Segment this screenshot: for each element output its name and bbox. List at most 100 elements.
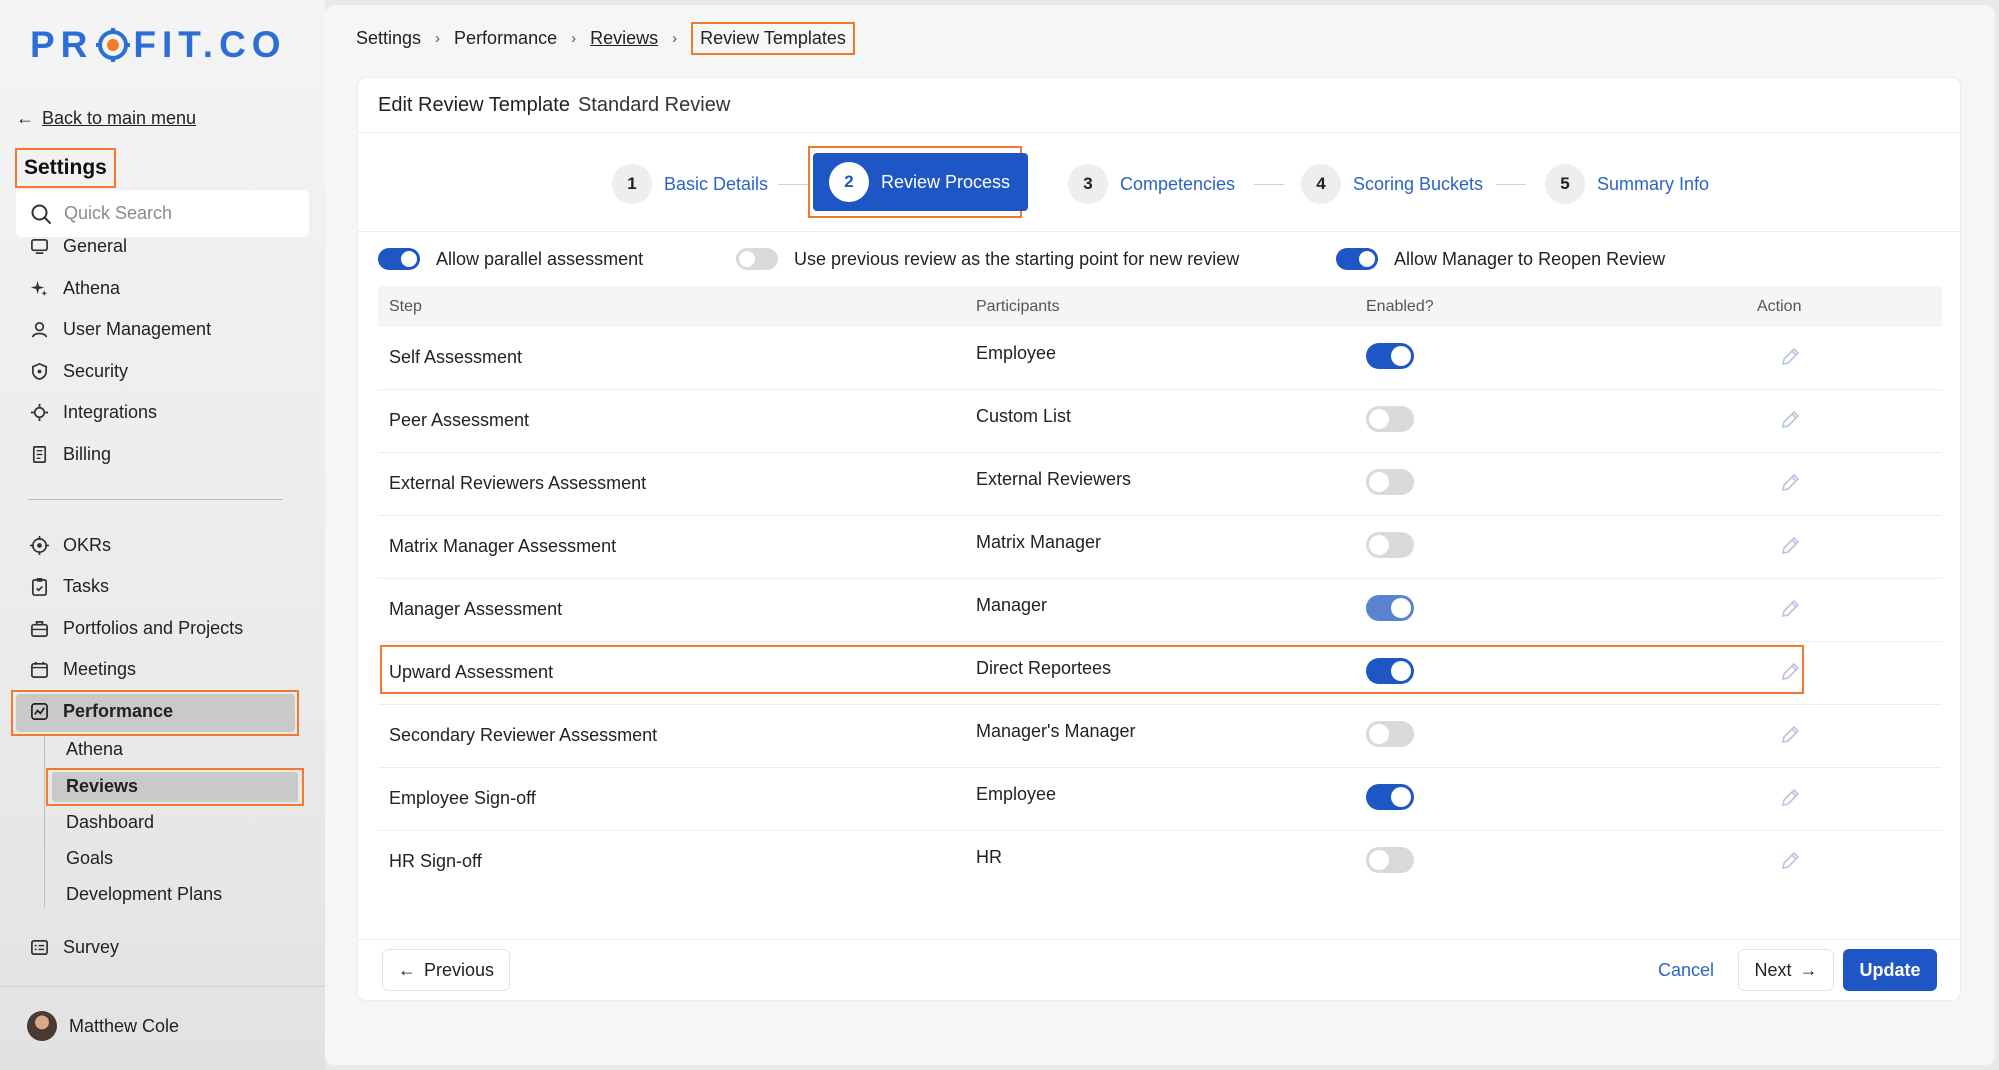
breadcrumb-performance[interactable]: Performance xyxy=(454,28,557,49)
stepper-connector xyxy=(778,184,808,185)
row-step: External Reviewers Assessment xyxy=(389,473,647,493)
quick-search[interactable] xyxy=(16,190,309,237)
sidebar-item-portfolios[interactable]: Portfolios and Projects xyxy=(30,618,243,639)
sparkle-icon xyxy=(30,280,48,297)
table-header xyxy=(378,286,1942,327)
logo-text-right: FIT.CO xyxy=(133,24,287,65)
sidebar-subitem-goals[interactable]: Goals xyxy=(66,848,113,869)
monitor-icon xyxy=(31,238,48,255)
search-input[interactable] xyxy=(64,203,284,224)
page-title-label: Edit Review Template xyxy=(378,94,570,116)
sidebar-item-integrations[interactable]: Integrations xyxy=(30,402,157,423)
sidebar-item-billing[interactable]: Billing xyxy=(30,444,111,465)
sidebar-item-performance[interactable]: Performance xyxy=(30,701,173,722)
row-step: Self Assessment xyxy=(389,347,523,367)
sidebar-subitem-reviews[interactable]: Reviews xyxy=(66,776,138,797)
sidebar-item-label: Performance xyxy=(63,701,174,721)
edit-pencil-icon[interactable] xyxy=(1779,598,1801,620)
next-button[interactable]: Next → xyxy=(1738,949,1834,991)
cancel-button[interactable]: Cancel xyxy=(1648,949,1724,991)
table-row: Secondary Reviewer Assessment Manager's … xyxy=(378,705,1942,768)
sidebar-subitem-athena[interactable]: Athena xyxy=(66,739,123,760)
sidebar-item-security[interactable]: Security xyxy=(30,361,128,382)
sidebar-item-label: Security xyxy=(63,361,129,381)
logo-target-icon xyxy=(96,28,131,62)
sidebar-item-athena[interactable]: Athena xyxy=(30,278,120,299)
step-review-process[interactable]: 2 Review Process xyxy=(813,153,1029,211)
settings-title: Settings xyxy=(15,148,116,188)
breadcrumb-current: Review Templates xyxy=(691,22,855,55)
step-basic-details[interactable]: 1 Basic Details xyxy=(612,164,768,204)
option-previous-review: Use previous review as the starting poin… xyxy=(736,248,1239,270)
row-enabled-toggle[interactable] xyxy=(1366,406,1414,432)
briefcase-icon xyxy=(31,620,48,637)
arrow-left-icon: ← xyxy=(16,108,34,128)
parallel-assessment-toggle[interactable] xyxy=(378,248,420,270)
row-enabled-toggle[interactable] xyxy=(1366,469,1414,495)
sidebar-item-meetings[interactable]: Meetings xyxy=(30,659,136,680)
table-row: Employee Sign-off Employee xyxy=(378,768,1942,831)
back-to-main-menu-link[interactable]: ← Back to main menu xyxy=(16,108,196,129)
option-label: Allow Manager to Reopen Review xyxy=(1394,248,1666,269)
table-row: Matrix Manager Assessment Matrix Manager xyxy=(378,516,1942,579)
profitco-logo[interactable]: PR FIT.CO xyxy=(30,24,287,66)
table-row: Self Assessment Employee xyxy=(378,327,1942,390)
column-header-step: Step xyxy=(389,298,422,315)
chevron-right-icon: › xyxy=(571,30,577,47)
row-participants: Manager's Manager xyxy=(976,721,1136,741)
previous-button[interactable]: ← Previous xyxy=(382,949,510,991)
arrow-right-icon: → xyxy=(1799,959,1818,980)
sidebar-item-user-management[interactable]: User Management xyxy=(30,319,211,340)
step-number: 1 xyxy=(612,164,652,204)
breadcrumb-settings[interactable]: Settings xyxy=(356,28,421,49)
template-name: Standard Review xyxy=(577,94,731,116)
footer-divider xyxy=(358,939,1960,940)
sidebar-subitem-development-plans[interactable]: Development Plans xyxy=(66,884,222,905)
table-row: Manager Assessment Manager xyxy=(378,579,1942,642)
row-step: HR Sign-off xyxy=(389,851,482,871)
step-summary-info[interactable]: 5 Summary Info xyxy=(1545,164,1709,204)
edit-pencil-icon[interactable] xyxy=(1779,472,1801,494)
row-enabled-toggle[interactable] xyxy=(1366,343,1414,369)
row-step: Secondary Reviewer Assessment xyxy=(389,725,658,745)
sidebar-subitem-dashboard[interactable]: Dashboard xyxy=(66,812,154,833)
edit-pencil-icon[interactable] xyxy=(1779,787,1801,809)
sidebar-item-general[interactable]: General xyxy=(30,236,127,257)
row-enabled-toggle[interactable] xyxy=(1366,721,1414,747)
table-row: HR Sign-off HR xyxy=(378,831,1942,894)
user-profile[interactable]: Matthew Cole xyxy=(27,1011,179,1041)
sidebar-item-okrs[interactable]: OKRs xyxy=(30,535,111,556)
option-manager-reopen: Allow Manager to Reopen Review xyxy=(1336,248,1665,270)
step-scoring-buckets[interactable]: 4 Scoring Buckets xyxy=(1301,164,1483,204)
sidebar-item-label: Billing xyxy=(63,444,112,464)
upward-assessment-highlight-box xyxy=(380,645,1804,694)
sidebar-item-tasks[interactable]: Tasks xyxy=(30,576,109,597)
previous-review-toggle[interactable] xyxy=(736,248,778,270)
manager-reopen-toggle[interactable] xyxy=(1336,248,1378,270)
back-link-label: Back to main menu xyxy=(42,108,197,128)
breadcrumb-reviews[interactable]: Reviews xyxy=(590,28,658,49)
step-competencies[interactable]: 3 Competencies xyxy=(1068,164,1235,204)
sidebar-item-label: Portfolios and Projects xyxy=(63,618,244,638)
previous-button-label: Previous xyxy=(423,959,495,980)
edit-pencil-icon[interactable] xyxy=(1779,535,1801,557)
sidebar-item-label: Meetings xyxy=(63,659,137,679)
edit-pencil-icon[interactable] xyxy=(1779,346,1801,368)
update-button[interactable]: Update xyxy=(1843,949,1937,991)
row-enabled-toggle[interactable] xyxy=(1366,847,1414,873)
edit-pencil-icon[interactable] xyxy=(1779,409,1801,431)
sidebar-item-label: Tasks xyxy=(63,576,110,596)
edit-pencil-icon[interactable] xyxy=(1779,724,1801,746)
table-row: Peer Assessment Custom List xyxy=(378,390,1942,453)
row-enabled-toggle[interactable] xyxy=(1366,784,1414,810)
sidebar-item-label: General xyxy=(63,236,128,256)
sidebar-item-survey[interactable]: Survey xyxy=(30,937,119,958)
edit-pencil-icon[interactable] xyxy=(1779,850,1801,872)
row-enabled-toggle[interactable] xyxy=(1366,595,1414,621)
user-icon xyxy=(31,321,48,338)
survey-icon xyxy=(31,939,48,956)
row-enabled-toggle[interactable] xyxy=(1366,532,1414,558)
step-number: 3 xyxy=(1068,164,1108,204)
chevron-right-icon: › xyxy=(435,30,441,47)
row-step: Employee Sign-off xyxy=(389,788,536,808)
